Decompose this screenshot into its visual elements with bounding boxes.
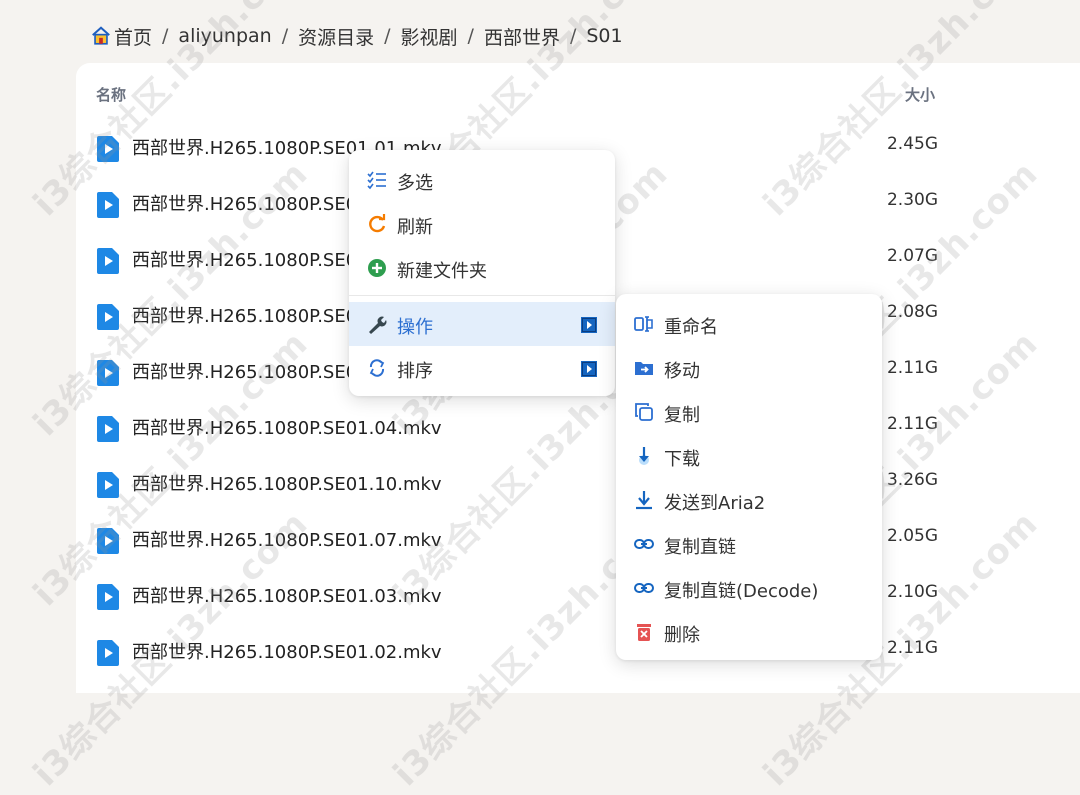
menu-item-refresh[interactable]: 刷新 (349, 202, 615, 246)
breadcrumb-separator: / (569, 25, 577, 47)
breadcrumb-item-westworld[interactable]: 西部世界 (484, 23, 560, 50)
sort-icon (369, 359, 385, 377)
menu-item-label: 新建文件夹 (397, 261, 487, 282)
refresh-icon (369, 214, 386, 233)
file-row[interactable]: 西部世界.H265.1080P.SE01.04.mkv 2.11G (76, 400, 1080, 456)
move-icon (635, 362, 653, 375)
submenu-item-rename[interactable]: 重命名 (616, 302, 882, 346)
submenu-item-send-aria2[interactable]: 发送到Aria2 (616, 478, 882, 522)
video-file-icon (97, 304, 119, 330)
breadcrumb-separator: / (384, 25, 391, 47)
file-name[interactable]: 西部世界.H265.1080P.SE01.07.mkv (132, 526, 442, 552)
menu-item-new-folder[interactable]: 新建文件夹 (349, 246, 615, 290)
context-menu: 多选 刷新 新建文件夹 操作 排序 (349, 150, 615, 396)
file-row[interactable]: 西部世界.H265.1080P.SE01.07.mkv 2.05G (76, 512, 1080, 568)
file-size: 2.11G (886, 358, 938, 378)
file-size: 2.11G (886, 414, 938, 434)
file-size: 2.07G (886, 246, 938, 266)
video-file-icon (97, 528, 119, 554)
menu-item-sort[interactable]: 排序 (349, 346, 615, 390)
file-row[interactable]: 西部世界.H265.1080P.SE01.02.mkv 2.11G (76, 624, 1080, 680)
breadcrumb-separator: / (281, 25, 289, 47)
menu-item-label: 移动 (664, 361, 700, 382)
breadcrumb-item-aliyunpan[interactable]: aliyunpan (178, 25, 271, 47)
home-icon[interactable] (90, 25, 112, 47)
breadcrumb-item-s01: S01 (586, 25, 623, 47)
submenu-item-copy[interactable]: 复制 (616, 390, 882, 434)
breadcrumb-separator: / (162, 25, 169, 47)
file-size: 2.45G (886, 134, 938, 154)
send-to-aria2-icon (636, 491, 652, 510)
submenu-item-download[interactable]: 下载 (616, 434, 882, 478)
menu-item-label: 操作 (397, 317, 433, 338)
file-size: 2.10G (886, 582, 938, 602)
copy-icon (635, 403, 653, 421)
file-name[interactable]: 西部世界.H265.1080P.SE01.10.mkv (132, 470, 442, 496)
breadcrumb-separator: / (467, 25, 474, 47)
video-file-icon (97, 640, 119, 666)
menu-item-label: 删除 (664, 625, 700, 646)
file-row[interactable]: 西部世界.H265.1080P.SE01.10.mkv 3.26G (76, 456, 1080, 512)
link-icon (634, 583, 654, 593)
breadcrumb-home[interactable]: 首页 (114, 23, 152, 50)
submenu-item-delete[interactable]: 删除 (616, 610, 882, 654)
file-row[interactable]: 西部世界.H265.1080P.SE01.03.mkv 2.10G (76, 568, 1080, 624)
menu-item-label: 复制 (664, 405, 700, 426)
video-file-icon (97, 192, 119, 218)
breadcrumb-item-tv[interactable]: 影视剧 (401, 23, 458, 50)
submenu-arrow-icon (581, 317, 597, 333)
file-name[interactable]: 西部世界.H265.1080P.SE01.04.mkv (132, 414, 442, 440)
file-size: 2.08G (886, 302, 938, 322)
file-size: 2.30G (886, 190, 938, 210)
add-folder-icon (368, 259, 386, 277)
file-name[interactable]: 西部世界.H265.1080P.SE01 (132, 190, 369, 216)
breadcrumb-item-resources[interactable]: 资源目录 (298, 23, 374, 50)
menu-item-label: 排序 (397, 361, 433, 382)
video-file-icon (97, 136, 119, 162)
column-header-name[interactable]: 名称 (96, 84, 126, 105)
link-icon (634, 539, 654, 549)
wrench-icon (369, 316, 387, 334)
file-name[interactable]: 西部世界.H265.1080P.SE01.03.mkv (132, 582, 442, 608)
submenu-arrow-icon (581, 361, 597, 377)
menu-item-label: 重命名 (664, 317, 718, 338)
video-file-icon (97, 416, 119, 442)
video-file-icon (97, 360, 119, 386)
menu-item-label: 发送到Aria2 (664, 493, 766, 514)
file-size: 3.26G (886, 470, 938, 490)
multi-select-icon (367, 171, 386, 190)
menu-item-label: 下载 (664, 449, 700, 470)
menu-item-label: 复制直链 (664, 537, 736, 558)
file-name[interactable]: 西部世界.H265.1080P.SE01 (132, 358, 369, 384)
download-icon (639, 447, 649, 465)
menu-divider (349, 295, 615, 296)
video-file-icon (97, 472, 119, 498)
video-file-icon (97, 584, 119, 610)
file-size: 2.05G (886, 526, 938, 546)
menu-item-multi-select[interactable]: 多选 (349, 158, 615, 202)
delete-icon (637, 624, 651, 641)
file-size: 2.11G (886, 638, 938, 658)
file-name[interactable]: 西部世界.H265.1080P.SE01 (132, 246, 369, 272)
menu-item-label: 多选 (397, 173, 433, 194)
breadcrumb: 首页 / aliyunpan / 资源目录 / 影视剧 / 西部世界 / S01 (90, 22, 623, 50)
menu-item-operations[interactable]: 操作 (349, 302, 615, 346)
menu-item-label: 复制直链(Decode) (664, 581, 819, 602)
submenu-item-copy-link[interactable]: 复制直链 (616, 522, 882, 566)
submenu-item-move[interactable]: 移动 (616, 346, 882, 390)
rename-icon (634, 316, 653, 332)
column-header-size[interactable]: 大小 (905, 84, 935, 105)
file-name[interactable]: 西部世界.H265.1080P.SE01 (132, 302, 369, 328)
submenu-item-copy-link-decode[interactable]: 复制直链(Decode) (616, 566, 882, 610)
file-name[interactable]: 西部世界.H265.1080P.SE01.02.mkv (132, 638, 442, 664)
operations-submenu: 重命名 移动 复制 下载 发送到Aria2 复制直链 复制直链(Decode) … (616, 294, 882, 660)
video-file-icon (97, 248, 119, 274)
menu-item-label: 刷新 (397, 217, 433, 238)
